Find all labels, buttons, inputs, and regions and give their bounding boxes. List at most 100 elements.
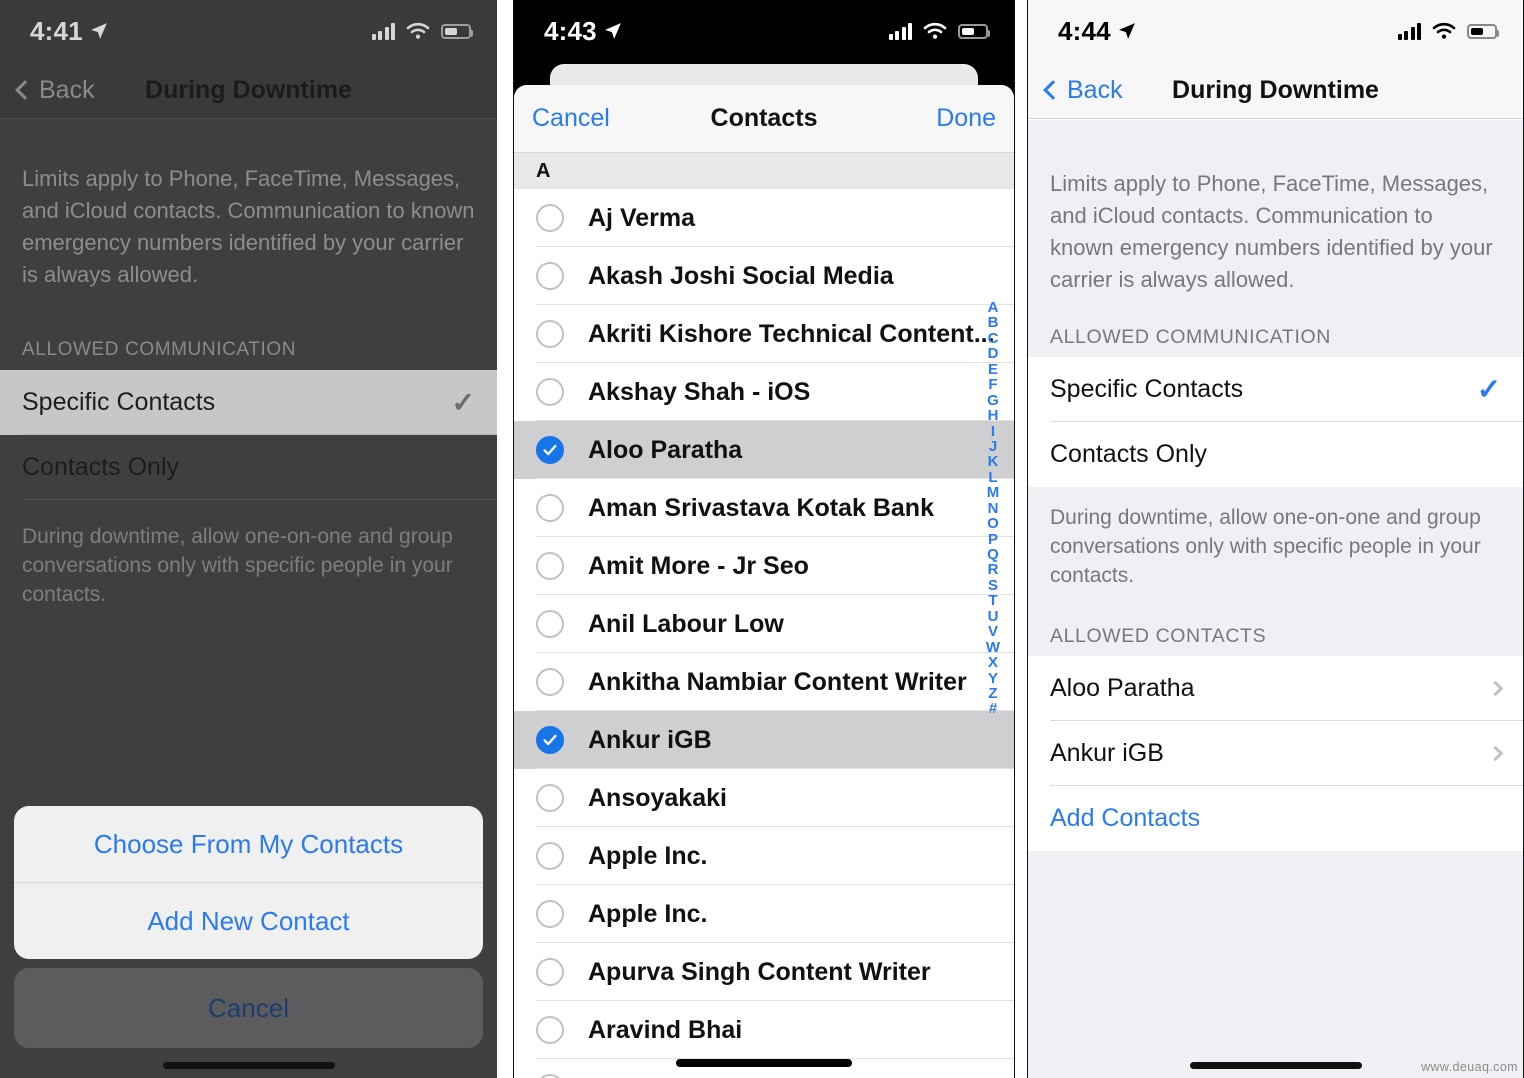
- checkbox-checked-icon[interactable]: [536, 726, 564, 754]
- downtime-footnote: During downtime, allow one-on-one and gr…: [22, 524, 453, 607]
- nav-bar: Back During Downtime: [1028, 62, 1523, 118]
- battery-icon: [441, 23, 473, 39]
- alpha-letter[interactable]: I: [991, 423, 995, 439]
- contact-name: Aloo Paratha: [1050, 673, 1195, 702]
- phone-panel-3: 4:44 Back During Downtime Limits apply t…: [1027, 0, 1524, 1078]
- alpha-letter[interactable]: U: [988, 608, 999, 624]
- cancel-button[interactable]: Cancel: [14, 968, 483, 1048]
- allowed-communication-header: ALLOWED COMMUNICATION: [1050, 325, 1331, 348]
- status-bar: 4:44: [1028, 0, 1523, 62]
- checkbox-unchecked-icon[interactable]: [536, 204, 564, 232]
- alpha-letter[interactable]: D: [988, 346, 999, 362]
- contact-name: Aloo Paratha: [588, 435, 743, 464]
- alpha-letter[interactable]: L: [988, 469, 997, 485]
- checkbox-unchecked-icon[interactable]: [536, 842, 564, 870]
- checkbox-unchecked-icon[interactable]: [536, 1074, 564, 1078]
- alpha-letter[interactable]: B: [988, 315, 999, 331]
- contact-row[interactable]: Apurva Singh Content Writer: [514, 943, 1014, 1001]
- contact-row[interactable]: Aj Verma: [514, 189, 1014, 247]
- contact-row[interactable]: Amit More - Jr Seo: [514, 537, 1014, 595]
- alpha-letter[interactable]: R: [988, 562, 999, 578]
- checkbox-unchecked-icon[interactable]: [536, 900, 564, 928]
- alpha-letter[interactable]: T: [988, 593, 997, 609]
- checkmark-icon: ✓: [1476, 373, 1501, 406]
- checkbox-unchecked-icon[interactable]: [536, 1016, 564, 1044]
- chevron-right-icon: [1487, 745, 1504, 762]
- downtime-footnote: During downtime, allow one-on-one and gr…: [1028, 486, 1523, 595]
- alphabet-index[interactable]: A B C D E F G H I J K L M N O P Q R S T …: [982, 300, 1004, 717]
- add-new-contact-button[interactable]: Add New Contact: [14, 883, 483, 959]
- contact-row[interactable]: Anil Labour Low: [514, 595, 1014, 653]
- checkbox-unchecked-icon[interactable]: [536, 668, 564, 696]
- alpha-letter[interactable]: K: [988, 454, 999, 470]
- option-specific-contacts[interactable]: Specific Contacts ✓: [1028, 356, 1523, 422]
- status-bar: 4:43: [514, 0, 1014, 62]
- alpha-letter[interactable]: W: [986, 639, 1000, 655]
- contact-name: Apple Inc.: [588, 899, 708, 928]
- allowed-contacts-header: ALLOWED CONTACTS: [1050, 624, 1267, 647]
- option-label: Contacts Only: [1050, 439, 1208, 468]
- checkbox-unchecked-icon[interactable]: [536, 552, 564, 580]
- contact-row[interactable]: Aloo Paratha: [514, 421, 1014, 479]
- alpha-letter[interactable]: P: [988, 531, 998, 547]
- option-label: Contacts Only: [22, 452, 180, 481]
- cellular-bars-icon: [371, 22, 395, 40]
- contact-row[interactable]: Apple Inc.: [514, 885, 1014, 943]
- alpha-letter[interactable]: J: [989, 438, 997, 454]
- alpha-letter[interactable]: Q: [987, 547, 999, 563]
- checkbox-unchecked-icon[interactable]: [536, 784, 564, 812]
- contact-name: Ankitha Nambiar Content Writer: [588, 667, 967, 696]
- choose-from-my-contacts-button[interactable]: Choose From My Contacts: [14, 806, 483, 882]
- contact-row[interactable]: Ansoyakaki: [514, 769, 1014, 827]
- alpha-letter[interactable]: G: [987, 392, 999, 408]
- option-specific-contacts[interactable]: Specific Contacts ✓: [0, 369, 497, 435]
- alpha-letter[interactable]: E: [988, 361, 998, 377]
- contact-row[interactable]: Ankur iGB: [514, 711, 1014, 769]
- alpha-letter[interactable]: X: [988, 655, 998, 671]
- back-button[interactable]: Back: [15, 75, 95, 105]
- contact-row[interactable]: Aravind Bhai: [514, 1001, 1014, 1059]
- alpha-letter[interactable]: M: [987, 485, 1000, 501]
- sheet-done-button[interactable]: Done: [936, 104, 996, 133]
- alpha-letter[interactable]: S: [988, 577, 998, 593]
- add-contacts-button[interactable]: Add Contacts: [1028, 785, 1523, 851]
- back-label: Back: [39, 75, 95, 104]
- option-contacts-only[interactable]: Contacts Only: [1028, 421, 1523, 487]
- sheet-cancel-button[interactable]: Cancel: [532, 104, 610, 133]
- status-time: 4:41: [30, 15, 83, 46]
- contact-row[interactable]: Aman Srivastava Kotak Bank: [514, 479, 1014, 537]
- allowed-contact-row[interactable]: Aloo Paratha: [1028, 655, 1523, 721]
- contact-row[interactable]: Akriti Kishore Technical Content...: [514, 305, 1014, 363]
- alpha-letter[interactable]: N: [988, 500, 999, 516]
- wifi-icon: [1432, 22, 1456, 39]
- checkbox-unchecked-icon[interactable]: [536, 378, 564, 406]
- checkbox-unchecked-icon[interactable]: [536, 320, 564, 348]
- contact-name: Apple Inc.: [588, 841, 708, 870]
- alpha-letter[interactable]: V: [988, 624, 998, 640]
- checkbox-unchecked-icon[interactable]: [536, 494, 564, 522]
- checkbox-unchecked-icon[interactable]: [536, 262, 564, 290]
- alpha-letter[interactable]: O: [987, 516, 999, 532]
- chevron-left-icon: [15, 80, 35, 100]
- option-contacts-only[interactable]: Contacts Only: [0, 434, 497, 500]
- alpha-letter[interactable]: #: [989, 701, 997, 717]
- allowed-contact-row[interactable]: Ankur iGB: [1028, 720, 1523, 786]
- alpha-letter[interactable]: Y: [988, 670, 998, 686]
- contact-row[interactable]: Akshay Shah - iOS: [514, 363, 1014, 421]
- checkbox-unchecked-icon[interactable]: [536, 610, 564, 638]
- contact-name: Aman Srivastava Kotak Bank: [588, 493, 934, 522]
- alpha-letter[interactable]: F: [988, 377, 997, 393]
- alpha-letter[interactable]: H: [988, 408, 999, 424]
- contact-row[interactable]: Apple Inc.: [514, 827, 1014, 885]
- alpha-letter[interactable]: C: [988, 330, 999, 346]
- contact-row[interactable]: Akash Joshi Social Media: [514, 247, 1014, 305]
- alpha-letter[interactable]: Z: [988, 685, 997, 701]
- cellular-bars-icon: [1397, 22, 1421, 40]
- checkbox-unchecked-icon[interactable]: [536, 958, 564, 986]
- contact-row[interactable]: Ankitha Nambiar Content Writer: [514, 653, 1014, 711]
- sheet-nav-bar: Cancel Contacts Done: [514, 85, 1014, 153]
- alpha-letter[interactable]: A: [988, 300, 999, 316]
- checkbox-checked-icon[interactable]: [536, 436, 564, 464]
- wifi-icon: [406, 22, 430, 39]
- back-button[interactable]: Back: [1043, 76, 1123, 105]
